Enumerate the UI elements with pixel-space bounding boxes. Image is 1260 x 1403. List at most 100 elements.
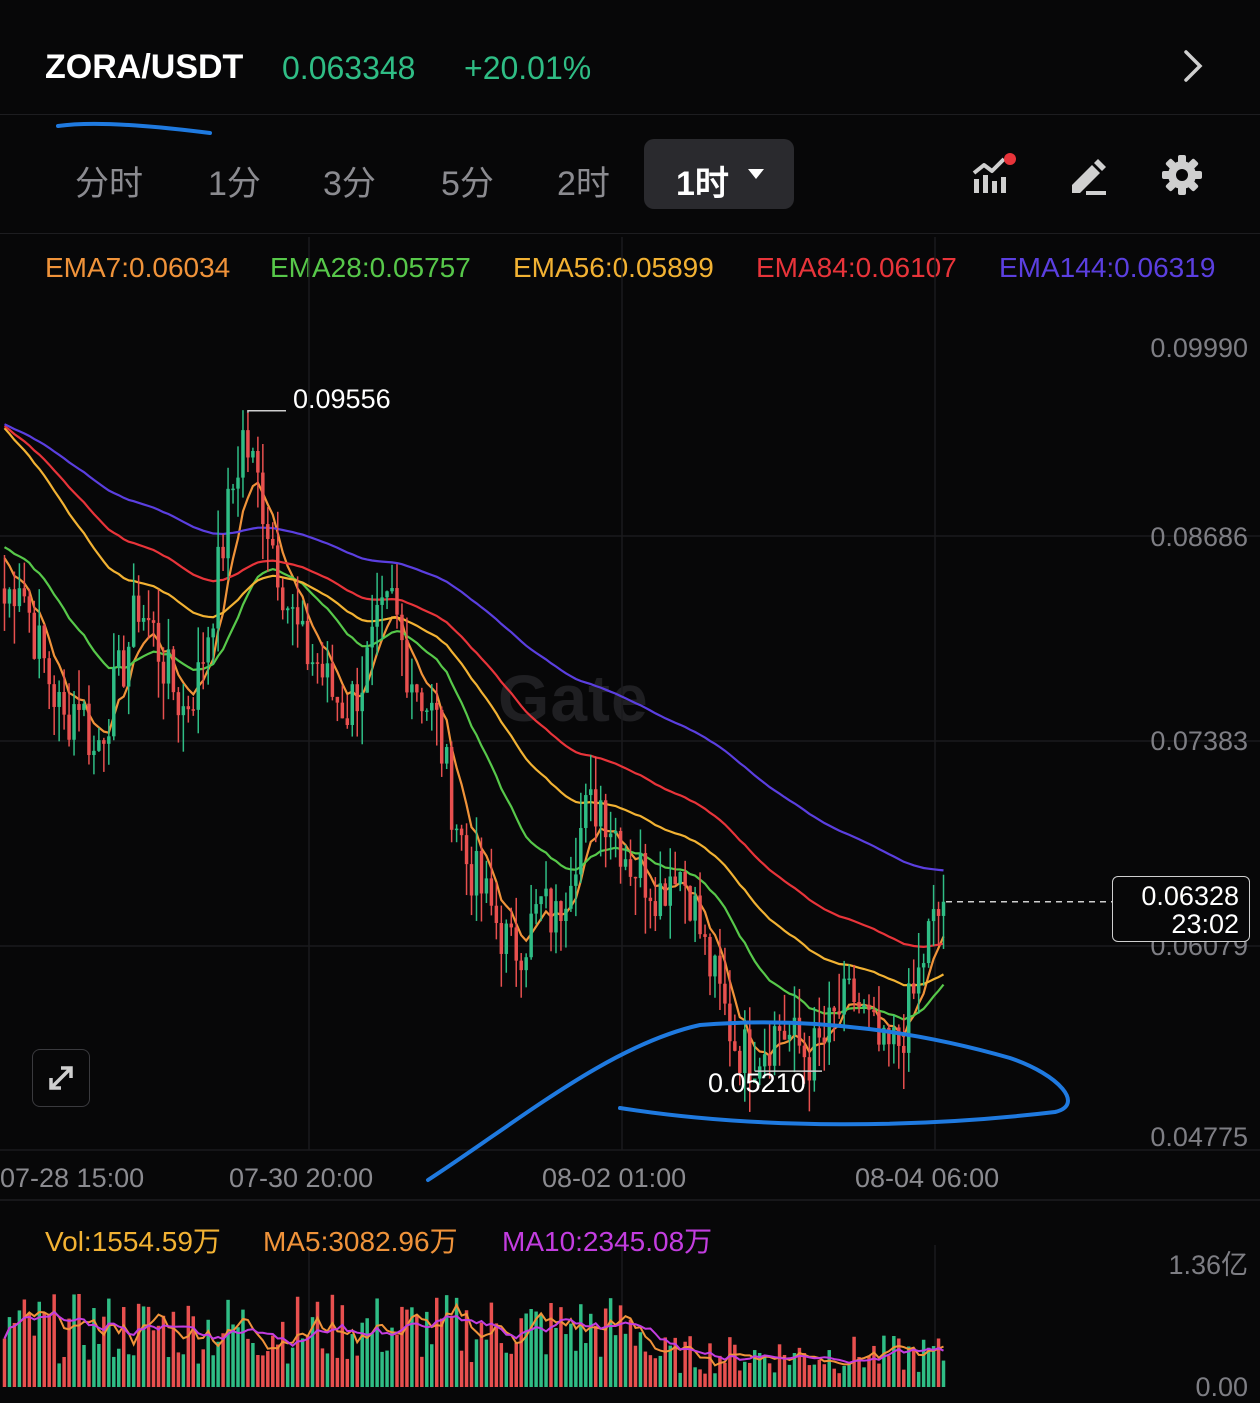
volume-ma10-label: MA10:2345.08万: [502, 1226, 713, 1257]
candle-body: [822, 1037, 827, 1043]
candle-body: [529, 913, 533, 958]
candle-body: [603, 800, 608, 838]
volume-bar: [32, 1335, 37, 1387]
candle-body: [261, 472, 265, 525]
candle-body: [792, 1017, 797, 1035]
candle-body: [648, 897, 653, 902]
candle-body: [246, 430, 250, 458]
volume-bar: [633, 1345, 638, 1387]
volume-bar: [280, 1321, 285, 1387]
fullscreen-button[interactable]: [32, 1049, 90, 1107]
candle-body: [678, 871, 682, 885]
candle-body: [574, 874, 578, 886]
candle-body: [439, 709, 444, 764]
volume-bar: [82, 1345, 86, 1387]
candle-body: [569, 885, 573, 909]
volume-bar: [97, 1343, 101, 1387]
candle-body: [857, 1001, 861, 1008]
expand-icon: [49, 1066, 73, 1090]
volume-bar: [658, 1355, 663, 1387]
high-leader-line: [247, 409, 286, 413]
volume-bar: [693, 1367, 697, 1387]
volume-bar: [484, 1339, 489, 1387]
candle-body: [231, 488, 235, 491]
volume-bar: [2, 1338, 7, 1387]
volume-bar: [141, 1306, 146, 1387]
candle-body: [251, 450, 255, 458]
volume-bar: [290, 1347, 295, 1387]
volume-bar: [524, 1313, 528, 1387]
volume-bar: [236, 1327, 240, 1387]
volume-bar: [146, 1306, 151, 1387]
volume-bar: [479, 1322, 484, 1387]
volume-bar: [385, 1350, 389, 1387]
candle-body: [72, 704, 76, 740]
candle-body: [777, 1026, 782, 1031]
volume-bar: [931, 1346, 936, 1387]
volume-bar: [608, 1298, 613, 1387]
volume-bar: [787, 1364, 792, 1387]
candle-body: [832, 1007, 836, 1012]
candle-body: [141, 618, 146, 622]
candle-body: [812, 1028, 817, 1081]
volume-bar: [936, 1338, 941, 1387]
candle-body: [936, 909, 941, 916]
candle-body: [290, 607, 295, 609]
candle-body: [196, 662, 200, 710]
candle-body: [703, 934, 707, 937]
candle-body: [524, 957, 528, 971]
candle-body: [902, 1045, 906, 1053]
candle-body: [802, 1045, 807, 1058]
volume-bar: [12, 1322, 17, 1387]
candle-body: [211, 628, 215, 638]
volume-bar: [504, 1352, 509, 1387]
candle-body: [315, 662, 320, 664]
last-price-tag-value: 0.06328: [1141, 881, 1239, 911]
volume-bar: [186, 1305, 191, 1387]
volume-bar: [748, 1362, 752, 1387]
volume-bar: [713, 1373, 717, 1387]
candle-body: [300, 620, 305, 625]
candle-body: [131, 595, 136, 647]
volume-ma5-label: MA5:3082.96万: [263, 1226, 458, 1257]
volume-bar: [743, 1361, 747, 1387]
candle-body: [276, 545, 280, 588]
volume-bar: [718, 1355, 722, 1387]
candle-body: [539, 896, 543, 905]
ema56-line: [3, 427, 945, 987]
candle-body: [837, 1011, 841, 1015]
candle-body: [623, 859, 628, 867]
candle-body: [733, 1041, 737, 1051]
volume-bar: [623, 1333, 628, 1387]
candle-body: [325, 663, 330, 678]
volume-bar: [832, 1368, 836, 1387]
volume-bar: [216, 1341, 220, 1387]
volume-bar: [430, 1344, 434, 1387]
candle-body: [862, 1004, 866, 1008]
volume-bar: [439, 1318, 444, 1387]
volume-bar: [544, 1354, 548, 1387]
candle-body: [653, 901, 658, 917]
ema144-line: [4, 423, 944, 872]
volume-bar: [663, 1337, 668, 1387]
candle-body: [17, 588, 22, 607]
candle-body: [544, 888, 548, 897]
volume-bar: [261, 1355, 265, 1387]
volume-bar: [42, 1312, 46, 1387]
volume-bar: [112, 1356, 116, 1387]
candle-body: [683, 871, 687, 886]
candle-body: [156, 622, 161, 662]
volume-bar: [643, 1351, 648, 1387]
volume-bar: [196, 1363, 200, 1387]
candle-body: [370, 626, 374, 648]
volume-bar: [355, 1355, 359, 1387]
volume-bar: [514, 1342, 518, 1387]
candle-body: [121, 650, 126, 687]
candle-body: [27, 596, 32, 613]
candles: [2, 410, 946, 1112]
volume-bar: [449, 1315, 454, 1387]
volume-bar: [365, 1318, 369, 1387]
candle-body: [559, 901, 563, 922]
volume-bar: [489, 1302, 494, 1387]
candle-body: [57, 692, 61, 707]
